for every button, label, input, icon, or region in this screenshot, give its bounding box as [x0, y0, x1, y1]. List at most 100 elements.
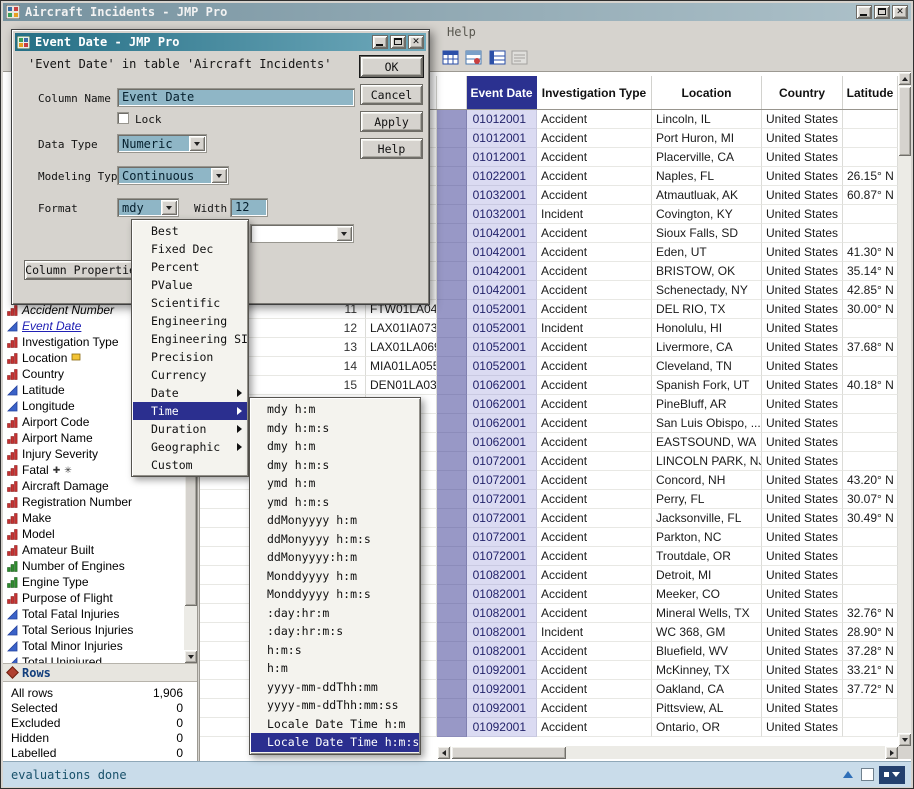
row-state-cell[interactable]: [437, 680, 467, 699]
loc-cell[interactable]: Livermore, CA: [652, 338, 762, 357]
country-cell[interactable]: United States: [762, 243, 843, 262]
type-cell[interactable]: Accident: [537, 699, 652, 718]
type-cell[interactable]: Accident: [537, 167, 652, 186]
country-cell[interactable]: United States: [762, 528, 843, 547]
dialog-close-button[interactable]: ✕: [408, 35, 424, 49]
country-cell[interactable]: United States: [762, 433, 843, 452]
acc-cell[interactable]: LAX01LA069: [366, 338, 437, 357]
type-cell[interactable]: Incident: [537, 623, 652, 642]
row-state-cell[interactable]: [437, 186, 467, 205]
country-cell[interactable]: United States: [762, 338, 843, 357]
type-cell[interactable]: Accident: [537, 642, 652, 661]
lat-cell[interactable]: 30.00° N: [843, 300, 898, 319]
dialog-titlebar[interactable]: Event Date - JMP Pro ✕: [15, 33, 426, 51]
country-cell[interactable]: United States: [762, 604, 843, 623]
scroll-to-top-icon[interactable]: [840, 767, 856, 783]
loc-cell[interactable]: WC 368, GM: [652, 623, 762, 642]
loc-cell[interactable]: Port Huron, MI: [652, 129, 762, 148]
date-cell[interactable]: 01092001: [467, 718, 537, 737]
lat-cell[interactable]: [843, 319, 898, 338]
loc-cell[interactable]: Parkton, NC: [652, 528, 762, 547]
menu-item-pvalue[interactable]: PValue: [133, 276, 247, 294]
row-state-cell[interactable]: [437, 205, 467, 224]
loc-cell[interactable]: Honolulu, HI: [652, 319, 762, 338]
sidebar-column-registration-number[interactable]: Registration Number: [3, 494, 184, 510]
column-header-country[interactable]: Country: [762, 76, 843, 109]
type-cell[interactable]: Accident: [537, 547, 652, 566]
lock-checkbox[interactable]: [117, 112, 129, 124]
chevron-down-icon[interactable]: [336, 226, 352, 241]
row-state-cell[interactable]: [437, 661, 467, 680]
script-icon[interactable]: [509, 47, 529, 67]
type-cell[interactable]: Accident: [537, 281, 652, 300]
row-state-cell[interactable]: [437, 718, 467, 737]
scroll-right-icon[interactable]: [885, 746, 898, 759]
menu-item-percent[interactable]: Percent: [133, 258, 247, 276]
sidebar-column-total-serious-injuries[interactable]: Total Serious Injuries: [3, 622, 184, 638]
country-cell[interactable]: United States: [762, 414, 843, 433]
loc-cell[interactable]: Perry, FL: [652, 490, 762, 509]
row-state-cell[interactable]: [437, 224, 467, 243]
modeling-type-combobox[interactable]: Continuous: [117, 166, 229, 185]
column-header-event-date[interactable]: Event Date: [467, 76, 537, 109]
date-cell[interactable]: 01022001: [467, 167, 537, 186]
lat-cell[interactable]: [843, 547, 898, 566]
menu-item-currency[interactable]: Currency: [133, 366, 247, 384]
sidebar-column-engine-type[interactable]: Engine Type: [3, 574, 184, 590]
rows-stat-labelled[interactable]: Labelled0: [3, 745, 197, 760]
sidebar-column-amateur-built[interactable]: Amateur Built: [3, 542, 184, 558]
menu-item-monddyyyy-h-m-s[interactable]: Monddyyyy h:m:s: [251, 585, 419, 604]
row-state-cell[interactable]: [437, 395, 467, 414]
menu-item-ymd-h-m[interactable]: ymd h:m: [251, 474, 419, 493]
menu-item-mdy-h-m-s[interactable]: mdy h:m:s: [251, 419, 419, 438]
row-state-cell[interactable]: [437, 129, 467, 148]
lat-cell[interactable]: 33.21° N: [843, 661, 898, 680]
loc-cell[interactable]: McKinney, TX: [652, 661, 762, 680]
type-cell[interactable]: Incident: [537, 205, 652, 224]
row-state-cell[interactable]: [437, 262, 467, 281]
help-button[interactable]: Help: [360, 138, 423, 159]
grid-menu-icon[interactable]: [879, 766, 905, 784]
menu-item-locale-date-time-h-m-s[interactable]: Locale Date Time h:m:s: [251, 733, 419, 752]
row-state-cell[interactable]: [437, 281, 467, 300]
type-cell[interactable]: Accident: [537, 585, 652, 604]
menu-item-custom[interactable]: Custom: [133, 456, 247, 474]
type-cell[interactable]: Accident: [537, 452, 652, 471]
menu-item-dmy-h-m[interactable]: dmy h:m: [251, 437, 419, 456]
width-input[interactable]: 12: [230, 198, 268, 217]
loc-cell[interactable]: Schenectady, NY: [652, 281, 762, 300]
loc-cell[interactable]: Lincoln, IL: [652, 110, 762, 129]
row-state-cell[interactable]: [437, 452, 467, 471]
status-square-icon[interactable]: [861, 768, 874, 781]
date-cell[interactable]: 01062001: [467, 376, 537, 395]
lat-cell[interactable]: 30.07° N: [843, 490, 898, 509]
date-cell[interactable]: 01082001: [467, 623, 537, 642]
loc-cell[interactable]: PineBluff, AR: [652, 395, 762, 414]
country-cell[interactable]: United States: [762, 585, 843, 604]
lat-cell[interactable]: 35.14° N: [843, 262, 898, 281]
country-cell[interactable]: United States: [762, 376, 843, 395]
lat-cell[interactable]: 41.30° N: [843, 243, 898, 262]
lat-cell[interactable]: [843, 452, 898, 471]
date-cell[interactable]: 01042001: [467, 224, 537, 243]
main-titlebar[interactable]: Aircraft Incidents - JMP Pro ✕: [3, 3, 911, 21]
date-cell[interactable]: 01062001: [467, 414, 537, 433]
date-cell[interactable]: 01072001: [467, 471, 537, 490]
cancel-button[interactable]: Cancel: [360, 84, 423, 105]
menu-item-yyyy-mm-ddthh-mm[interactable]: yyyy-mm-ddThh:mm: [251, 678, 419, 697]
chevron-down-icon[interactable]: [211, 168, 227, 183]
date-cell[interactable]: 01012001: [467, 110, 537, 129]
loc-cell[interactable]: Meeker, CO: [652, 585, 762, 604]
row-state-cell[interactable]: [437, 167, 467, 186]
row-state-cell[interactable]: [437, 528, 467, 547]
country-cell[interactable]: United States: [762, 623, 843, 642]
country-cell[interactable]: United States: [762, 224, 843, 243]
menu-item-dmy-h-m-s[interactable]: dmy h:m:s: [251, 456, 419, 475]
date-cell[interactable]: 01092001: [467, 699, 537, 718]
type-cell[interactable]: Accident: [537, 433, 652, 452]
acc-cell[interactable]: MIA01LA055: [366, 357, 437, 376]
loc-cell[interactable]: Cleveland, TN: [652, 357, 762, 376]
loc-cell[interactable]: Pittsview, AL: [652, 699, 762, 718]
lat-cell[interactable]: [843, 395, 898, 414]
lat-cell[interactable]: 28.90° N: [843, 623, 898, 642]
